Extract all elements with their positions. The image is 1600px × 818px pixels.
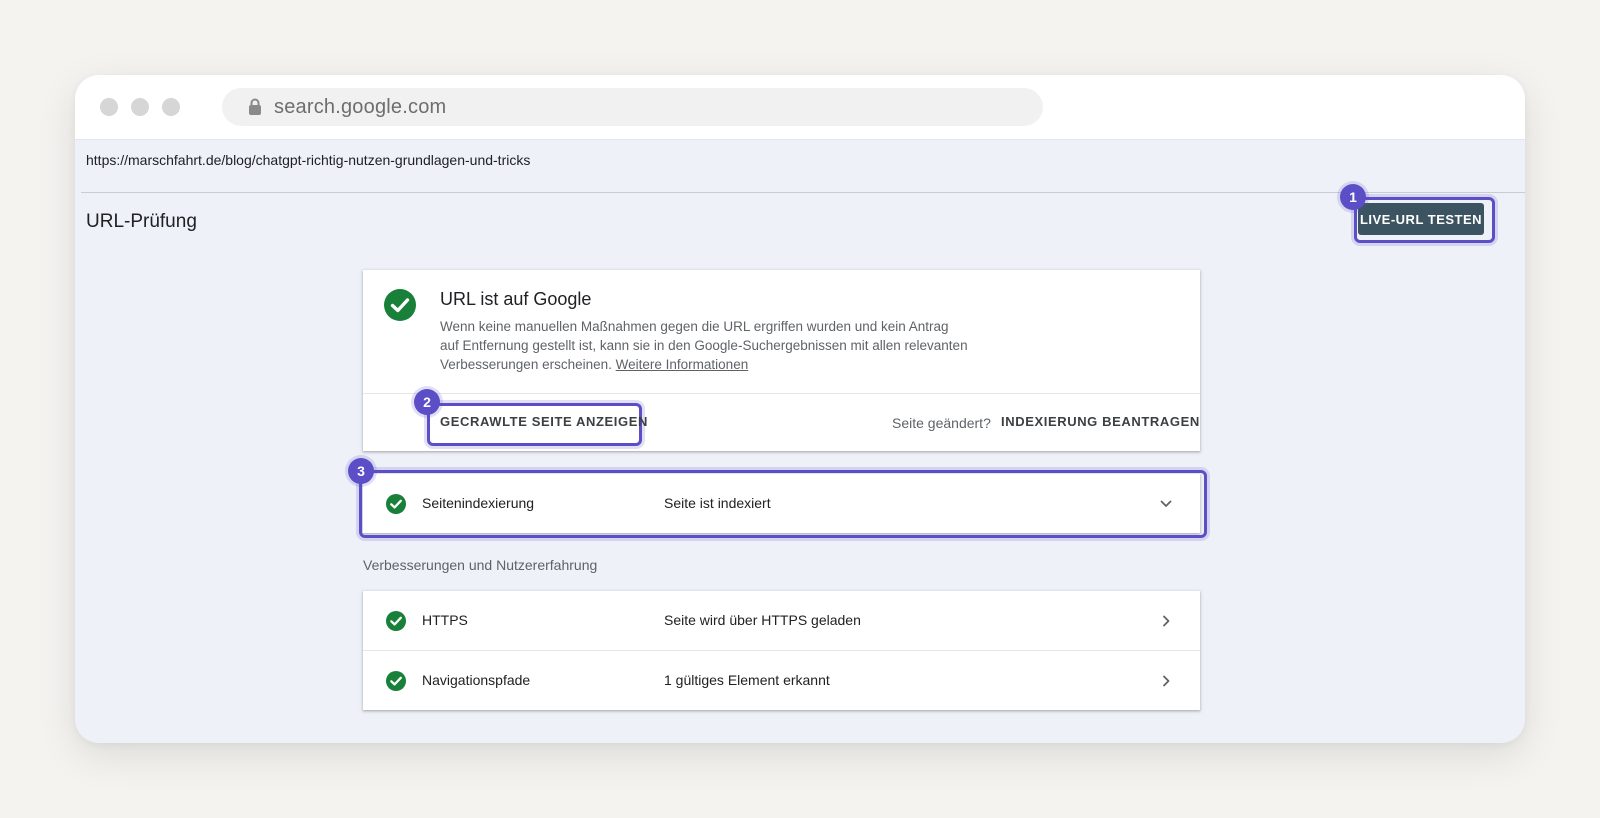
request-indexing-button[interactable]: INDEXIERUNG BEANTRAGEN (1001, 414, 1200, 429)
window-close-dot[interactable] (100, 98, 118, 116)
check-circle-icon (386, 671, 406, 691)
window-minimize-dot[interactable] (131, 98, 149, 116)
callout-highlight-3 (359, 470, 1207, 538)
inspected-url: https://marschfahrt.de/blog/chatgpt-rich… (86, 152, 531, 168)
status-card: URL ist auf Google Wenn keine manuellen … (363, 270, 1200, 451)
enhancements-section-title: Verbesserungen und Nutzererfahrung (363, 557, 598, 573)
more-info-link[interactable]: Weitere Informationen (616, 357, 749, 372)
lock-icon (249, 98, 261, 115)
enhancement-label: HTTPS (422, 612, 468, 628)
enhancement-value: Seite wird über HTTPS geladen (664, 612, 861, 628)
check-circle-icon (386, 611, 406, 631)
browser-window: search.google.com https://marschfahrt.de… (75, 75, 1525, 743)
view-crawled-page-button[interactable]: GECRAWLTE SEITE ANZEIGEN (440, 414, 648, 429)
callout-badge-3: 3 (348, 458, 374, 484)
enhancement-label: Navigationspfade (422, 672, 531, 688)
chevron-right-icon[interactable] (1158, 613, 1174, 629)
card-divider (363, 393, 1200, 394)
window-maximize-dot[interactable] (162, 98, 180, 116)
page-changed-prompt: Seite geändert? (892, 415, 991, 431)
address-bar[interactable]: search.google.com (222, 88, 1043, 126)
browser-titlebar: search.google.com (75, 75, 1525, 140)
status-title: URL ist auf Google (440, 289, 592, 309)
check-circle-icon (384, 289, 416, 321)
enhancement-row-breadcrumbs[interactable]: Navigationspfade 1 gültiges Element erka… (363, 651, 1200, 710)
address-text: search.google.com (274, 96, 447, 118)
page-title: URL-Prüfung (86, 211, 197, 232)
live-url-test-button[interactable]: LIVE-URL TESTEN (1358, 203, 1484, 235)
enhancement-row-https[interactable]: HTTPS Seite wird über HTTPS geladen (363, 591, 1200, 651)
enhancement-value: 1 gültiges Element erkannt (664, 672, 830, 688)
callout-badge-1: 1 (1340, 184, 1366, 210)
callout-badge-2: 2 (414, 389, 440, 415)
chevron-right-icon[interactable] (1158, 673, 1174, 689)
enhancements-card: HTTPS Seite wird über HTTPS geladen Navi… (363, 591, 1200, 710)
status-description: Wenn keine manuellen Maßnahmen gegen die… (440, 317, 970, 374)
header-divider (81, 192, 1525, 193)
